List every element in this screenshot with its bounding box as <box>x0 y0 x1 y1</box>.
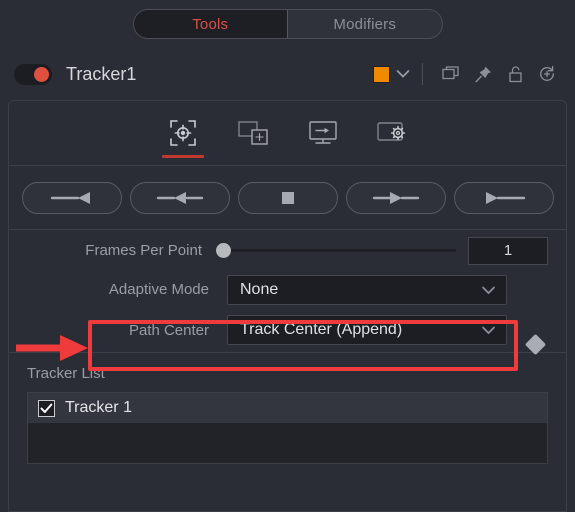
tracking-transport-bar <box>9 166 566 229</box>
pin-icon[interactable] <box>467 61 499 87</box>
adaptive-mode-label: Adaptive Mode <box>108 281 209 298</box>
operation-tab[interactable] <box>371 108 415 158</box>
corner-pin-tab[interactable] <box>231 108 275 158</box>
tool-header-actions <box>373 61 563 87</box>
stop-tracking-button[interactable] <box>237 181 338 214</box>
tool-name-label: Tracker1 <box>66 63 137 84</box>
path-center-dropdown[interactable]: Track Center (Append) <box>227 315 507 345</box>
chevron-down-icon[interactable] <box>390 62 416 86</box>
adaptive-mode-value: None <box>240 280 279 298</box>
chevron-down-icon <box>481 285 496 295</box>
tools-modifiers-segmented-control: Tools Modifiers <box>132 9 443 39</box>
track-forward-one-frame-button[interactable] <box>345 181 446 214</box>
tracker-tab[interactable] <box>161 108 205 158</box>
tracker-settings-panel: Frames Per Point 1 Adaptive Mode None Pa… <box>8 100 567 512</box>
tab-modifiers[interactable]: Modifiers <box>288 10 442 38</box>
frames-per-point-row: Frames Per Point 1 <box>9 230 566 271</box>
header-separator <box>422 63 423 85</box>
track-forward-to-end-button[interactable] <box>453 181 554 214</box>
tool-color-swatch[interactable] <box>373 65 390 83</box>
tab-modifiers-label: Modifiers <box>333 15 397 33</box>
chevron-down-icon <box>481 325 496 335</box>
slider-bar <box>226 249 456 252</box>
tab-tools-label: Tools <box>192 15 229 33</box>
tracker-list-title: Tracker List <box>27 365 105 382</box>
stabilize-tab[interactable] <box>301 108 345 158</box>
active-tab-indicator <box>161 155 204 158</box>
frames-per-point-label: Frames Per Point <box>85 242 202 259</box>
list-item-label: Tracker 1 <box>65 399 132 416</box>
adaptive-mode-dropdown[interactable]: None <box>227 274 507 305</box>
track-reverse-to-start-button[interactable] <box>21 181 122 214</box>
slider-handle[interactable] <box>216 243 231 258</box>
duplicate-icon[interactable] <box>435 61 467 87</box>
tool-header: Tracker1 <box>0 48 575 100</box>
toggle-knob <box>34 66 49 82</box>
frames-per-point-slider[interactable] <box>216 241 456 261</box>
tracker-enabled-checkbox[interactable] <box>38 399 55 417</box>
tracker-tab-strip <box>9 101 566 165</box>
frames-per-point-input[interactable]: 1 <box>468 236 548 265</box>
path-center-value: Track Center (Append) <box>240 321 403 338</box>
path-center-row: Path Center Track Center (Append) <box>9 308 566 352</box>
tracker-list-section: Tracker List Tracker 1 <box>9 353 566 464</box>
tracker-controls: Frames Per Point 1 Adaptive Mode None Pa… <box>9 230 566 352</box>
tab-tools[interactable]: Tools <box>133 10 288 38</box>
reset-version-icon[interactable] <box>531 61 563 87</box>
path-center-label: Path Center <box>128 321 209 339</box>
panel-mode-bar: Tools Modifiers <box>0 0 575 48</box>
track-reverse-one-frame-button[interactable] <box>129 181 230 214</box>
tracker-listbox[interactable]: Tracker 1 <box>27 392 548 464</box>
tracker-inspector-panel: Tools Modifiers Tracker1 Frames Per Poin… <box>0 0 575 512</box>
adaptive-mode-row: Adaptive Mode None <box>9 271 566 308</box>
list-item[interactable]: Tracker 1 <box>28 393 547 423</box>
lock-icon[interactable] <box>499 61 531 87</box>
tool-enabled-toggle[interactable] <box>14 63 52 85</box>
